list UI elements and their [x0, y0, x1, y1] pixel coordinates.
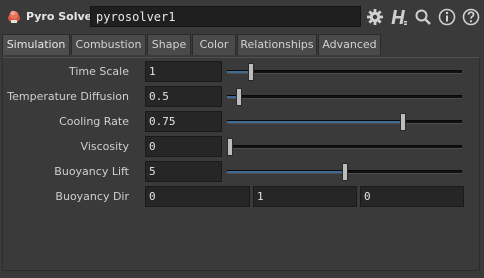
- param-row-viscosity: Viscosity 0: [0, 136, 484, 158]
- param-row-buoyancy-dir: Buoyancy Dir 0 1 0: [0, 186, 484, 208]
- buoyancy-dir-z-field[interactable]: 0: [360, 186, 464, 207]
- cooling-rate-field[interactable]: 0.75: [145, 111, 222, 132]
- temperature-diffusion-label: Temperature Diffusion: [7, 90, 129, 103]
- cooling-rate-slider-handle[interactable]: [400, 113, 407, 131]
- help-icon[interactable]: [461, 7, 481, 27]
- buoyancy-lift-slider-fill: [227, 171, 345, 173]
- param-row-buoyancy-lift: Buoyancy Lift 5: [0, 161, 484, 183]
- time-scale-slider-handle[interactable]: [247, 63, 254, 81]
- buoyancy-lift-label: Buoyancy Lift: [54, 165, 129, 178]
- viscosity-field[interactable]: 0: [145, 136, 222, 157]
- simulation-panel: Time Scale 1 Temperature Diffusion 0.5 C…: [0, 55, 484, 278]
- buoyancy-dir-label: Buoyancy Dir: [55, 190, 129, 203]
- houdini-h-icon[interactable]: [389, 7, 409, 27]
- parameter-editor: Pyro Solver pyrosolver1 Simulation Combu…: [0, 0, 484, 278]
- tab-simulation[interactable]: Simulation: [2, 34, 70, 56]
- viscosity-label: Viscosity: [80, 140, 129, 153]
- buoyancy-dir-x-field[interactable]: 0: [145, 186, 250, 207]
- param-row-time-scale: Time Scale 1: [0, 61, 484, 83]
- temperature-diffusion-slider[interactable]: [227, 88, 462, 106]
- tab-color[interactable]: Color: [192, 34, 236, 56]
- node-header: Pyro Solver pyrosolver1: [0, 0, 484, 34]
- temperature-diffusion-field[interactable]: 0.5: [145, 86, 222, 107]
- node-type-label: Pyro Solver: [26, 10, 98, 23]
- tab-bar: Simulation Combustion Shape Color Relati…: [0, 34, 484, 56]
- cooling-rate-label: Cooling Rate: [59, 115, 129, 128]
- temperature-diffusion-slider-handle[interactable]: [235, 88, 242, 106]
- time-scale-label: Time Scale: [68, 65, 129, 78]
- gear-icon[interactable]: [365, 7, 385, 27]
- tab-shape[interactable]: Shape: [147, 34, 191, 56]
- cooling-rate-slider-fill: [227, 121, 404, 123]
- viscosity-slider-handle[interactable]: [227, 138, 233, 156]
- buoyancy-lift-field[interactable]: 5: [145, 161, 222, 182]
- param-row-cooling-rate: Cooling Rate 0.75: [0, 111, 484, 133]
- tab-advanced[interactable]: Advanced: [318, 34, 381, 56]
- buoyancy-lift-slider[interactable]: [227, 163, 462, 181]
- tab-relationships[interactable]: Relationships: [237, 34, 317, 56]
- pyro-node-icon: [6, 8, 22, 24]
- cooling-rate-slider[interactable]: [227, 113, 462, 131]
- time-scale-slider[interactable]: [227, 63, 462, 81]
- buoyancy-dir-y-field[interactable]: 1: [253, 186, 357, 207]
- param-row-temperature-diffusion: Temperature Diffusion 0.5: [0, 86, 484, 108]
- search-icon[interactable]: [413, 7, 433, 27]
- viscosity-slider[interactable]: [227, 138, 462, 156]
- tab-combustion[interactable]: Combustion: [71, 34, 146, 56]
- info-icon[interactable]: [437, 7, 457, 27]
- time-scale-field[interactable]: 1: [145, 61, 222, 82]
- node-name-field[interactable]: pyrosolver1: [90, 6, 361, 27]
- buoyancy-lift-slider-handle[interactable]: [341, 163, 348, 181]
